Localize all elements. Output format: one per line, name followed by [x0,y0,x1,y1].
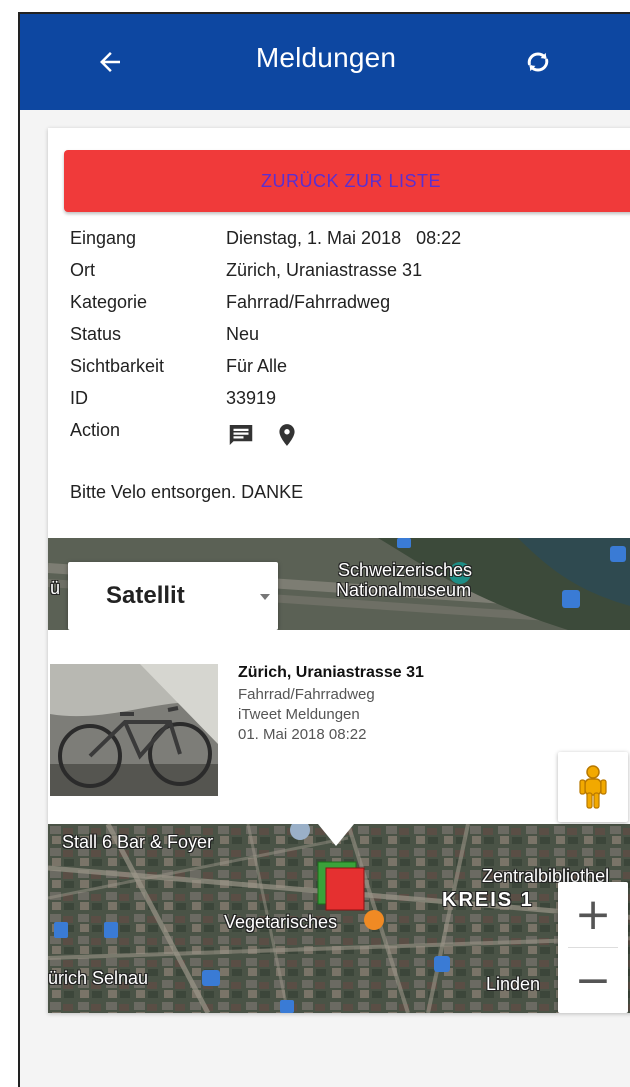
info-window-pointer [318,824,354,846]
zoom-out-button[interactable]: − [558,948,628,1012]
map-type-value: Satellit [106,582,185,609]
report-description: Bitte Velo entsorgen. DANKE [70,482,304,502]
report-marker[interactable] [316,858,372,921]
detail-label: ID [70,388,88,408]
info-source: iTweet Meldungen [238,706,360,723]
details-list: Eingang Dienstag, 1. Mai 2018 08:22 Ort … [70,228,630,452]
app-bar: Meldungen [20,14,630,110]
map-view[interactable]: ü Schweizerisches Nationalmuseum Satelli… [48,538,630,1013]
detail-value: Neu [226,324,260,344]
comment-icon[interactable] [226,420,256,455]
detail-row-status: Status Neu [70,324,630,356]
zoom-in-button[interactable]: + [558,882,628,946]
info-date: 01. Mai 2018 08:22 [238,726,367,743]
detail-row-action: Action [70,420,630,452]
map-info-window[interactable]: Zürich, Uraniastrasse 31 Fahrrad/Fahrrad… [48,630,630,846]
map-label-kreis: KREIS 1 [442,889,534,911]
detail-value: Für Alle [226,356,288,376]
chevron-down-icon [260,594,270,600]
detail-value: Zürich, Uraniastrasse 31 [226,260,423,280]
map-label-stall: Stall 6 Bar & Foyer [62,832,214,852]
info-title: Zürich, Uraniastrasse 31 [238,664,424,681]
map-label-edge: ü [50,578,61,598]
pegman-icon[interactable] [558,752,628,822]
detail-value: Dienstag, 1. Mai 2018 08:22 [226,228,462,248]
location-pin-icon[interactable] [274,420,300,455]
detail-row-ort: Ort Zürich, Uraniastrasse 31 [70,260,630,292]
detail-row-eingang: Eingang Dienstag, 1. Mai 2018 08:22 [70,228,630,260]
map-label-selnau: ürich Selnau [48,968,149,988]
report-photo [50,664,218,796]
map-label-museum: Schweizerisches [338,560,473,580]
detail-label: Action [70,420,121,440]
detail-value: Fahrrad/Fahrradweg [226,292,391,312]
detail-row-id: ID 33919 [70,388,630,420]
content-area: ZURÜCK ZUR LISTE Eingang Dienstag, 1. Ma… [20,110,630,1087]
detail-label: Ort [70,260,95,280]
detail-row-kategorie: Kategorie Fahrrad/Fahrradweg [70,292,630,324]
back-to-list-button[interactable]: ZURÜCK ZUR LISTE [64,150,630,212]
detail-label: Kategorie [70,292,148,312]
action-icons [226,420,300,455]
detail-label: Status [70,324,122,344]
map-label-museum-2: Nationalmuseum [336,580,472,600]
zoom-controls: + − [558,882,628,1013]
report-card: ZURÜCK ZUR LISTE Eingang Dienstag, 1. Ma… [48,128,630,1013]
map-type-select[interactable]: Satellit [68,562,278,630]
info-category: Fahrrad/Fahrradweg [238,686,375,703]
detail-row-sichtbarkeit: Sichtbarkeit Für Alle [70,356,630,388]
detail-label: Eingang [70,228,137,248]
map-label-linden: Linden [486,974,541,994]
device-frame: Meldungen ZURÜCK ZUR LISTE Eingang Diens… [18,12,630,1087]
detail-label: Sichtbarkeit [70,356,165,376]
detail-value: 33919 [226,388,277,408]
refresh-icon[interactable] [518,44,558,80]
